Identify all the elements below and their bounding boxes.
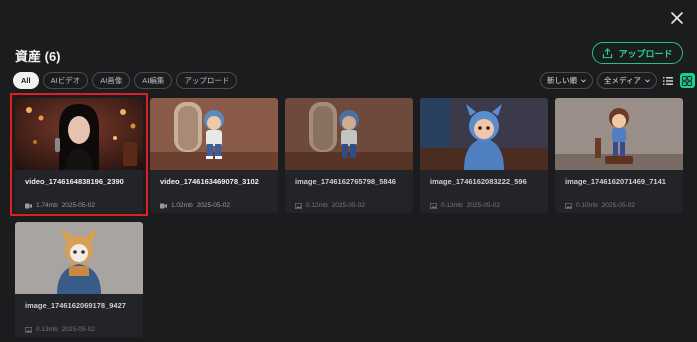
asset-size: 0.12mb <box>306 202 328 209</box>
filter-chip-all[interactable]: All <box>13 72 39 89</box>
asset-thumbnail <box>150 98 278 170</box>
asset-name: image_1746162083222_596 <box>430 177 527 186</box>
video-icon <box>160 203 167 208</box>
asset-size: 1.74mb <box>36 202 58 209</box>
asset-card[interactable]: image_1746162765798_5846 0.12mb 2025-05-… <box>285 98 413 213</box>
asset-card[interactable]: image_1746162069178_9427 0.13mb 2025-05-… <box>15 222 143 337</box>
image-thumbnail <box>420 98 548 170</box>
asset-thumbnail <box>555 98 683 170</box>
video-icon <box>25 203 32 208</box>
sort-dropdown-label: 新しい順 <box>547 76 577 85</box>
asset-name: video_1746164838196_2390 <box>25 177 124 186</box>
asset-date: 2025-05-02 <box>61 326 95 333</box>
close-button[interactable] <box>668 9 686 27</box>
asset-date: 2025-05-02 <box>196 202 230 209</box>
upload-button-label: アップロード <box>618 48 673 59</box>
grid-view-button[interactable] <box>679 73 695 88</box>
filter-chip-ai-edit[interactable]: AI編集 <box>134 72 173 89</box>
filter-chip-ai-video[interactable]: AIビデオ <box>42 72 89 89</box>
asset-card[interactable]: video_1746163469078_3102 1.02mb 2025-05-… <box>150 98 278 213</box>
asset-thumbnail <box>15 98 143 170</box>
image-icon <box>295 202 302 209</box>
asset-grid: video_1746164838196_2390 1.74mb 2025-05-… <box>15 98 683 337</box>
chevron-down-icon <box>581 79 586 83</box>
media-dropdown[interactable]: 全メディア <box>597 72 657 89</box>
asset-size: 1.02mb <box>171 202 193 209</box>
list-view-button[interactable] <box>661 73 676 88</box>
asset-size: 0.10mb <box>576 202 598 209</box>
upload-button[interactable]: アップロード <box>592 42 683 64</box>
asset-size: 0.13mb <box>441 202 463 209</box>
image-thumbnail <box>555 98 683 170</box>
asset-date: 2025-05-02 <box>466 202 500 209</box>
chevron-down-icon <box>644 79 650 83</box>
asset-date: 2025-05-02 <box>601 202 635 209</box>
asset-name: video_1746163469078_3102 <box>160 177 259 186</box>
filter-chips: All AIビデオ AI画像 AI編集 アップロード <box>13 72 238 89</box>
asset-name: image_1746162765798_5846 <box>295 177 396 186</box>
grid-icon <box>682 75 693 86</box>
asset-name: image_1746162069178_9427 <box>25 301 126 310</box>
upload-icon <box>603 47 613 58</box>
close-icon <box>671 12 683 24</box>
view-controls: 新しい順 全メディア <box>540 72 695 89</box>
video-thumbnail-image <box>150 98 278 170</box>
media-dropdown-label: 全メディア <box>604 76 641 85</box>
sort-dropdown[interactable]: 新しい順 <box>540 72 593 89</box>
asset-name: image_1746162071469_7141 <box>565 177 666 186</box>
asset-size: 0.13mb <box>36 326 58 333</box>
asset-thumbnail <box>420 98 548 170</box>
image-icon <box>430 202 437 209</box>
list-icon <box>663 76 674 85</box>
image-icon <box>25 326 32 333</box>
asset-card[interactable]: image_1746162071469_7141 0.10mb 2025-05-… <box>555 98 683 213</box>
asset-thumbnail <box>15 222 143 294</box>
filter-chip-ai-image[interactable]: AI画像 <box>92 72 131 89</box>
asset-date: 2025-05-02 <box>331 202 365 209</box>
filter-chip-upload[interactable]: アップロード <box>176 72 238 89</box>
asset-card[interactable]: video_1746164838196_2390 1.74mb 2025-05-… <box>15 98 143 213</box>
video-thumbnail-image <box>15 98 143 170</box>
image-thumbnail <box>15 222 143 294</box>
image-thumbnail <box>285 98 413 170</box>
image-icon <box>565 202 572 209</box>
asset-thumbnail <box>285 98 413 170</box>
asset-date: 2025-05-02 <box>61 202 95 209</box>
asset-card[interactable]: image_1746162083222_596 0.13mb 2025-05-0… <box>420 98 548 213</box>
page-title: 資産 (6) <box>15 49 61 64</box>
